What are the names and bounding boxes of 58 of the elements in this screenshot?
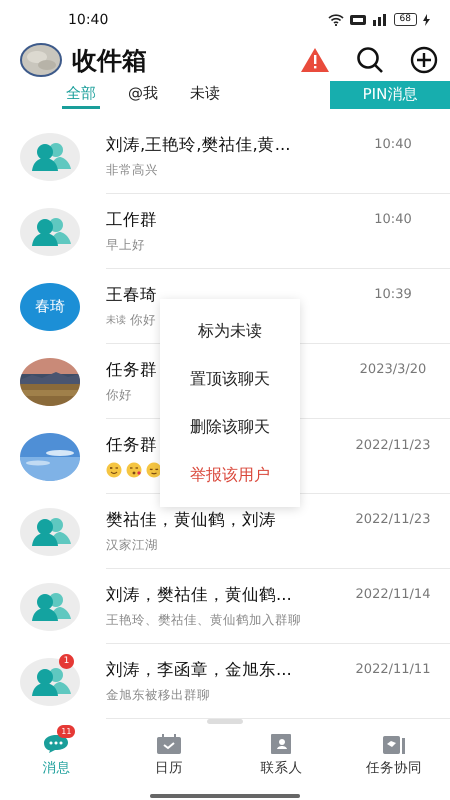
chat-time: 2023/3/20 <box>358 362 428 378</box>
message-preview: 非常高兴 <box>106 162 158 179</box>
nav-tab[interactable]: 11 消息 <box>0 723 112 782</box>
chat-name: 刘涛，李函章，金旭东... <box>106 658 292 681</box>
message-preview: 早上好 <box>106 236 145 254</box>
chat-name: 工作群 <box>106 208 157 231</box>
emoji-icon <box>106 462 122 478</box>
nav-tab[interactable]: 任务协同 <box>338 723 450 782</box>
menu-item[interactable]: 置顶该聊天 <box>160 355 300 404</box>
page-title: 收件箱 <box>72 44 148 77</box>
warning-icon[interactable] <box>300 47 330 74</box>
group-avatar-icon <box>20 132 80 181</box>
chat-time: 10:40 <box>373 212 413 228</box>
emoji-icon <box>126 462 142 478</box>
chat-time: 2022/11/11 <box>354 662 432 678</box>
nav-tab[interactable]: 日历 <box>112 723 225 782</box>
message-preview: 你好 <box>106 386 132 404</box>
contacts-icon <box>271 734 292 754</box>
message-preview: 王艳玲、樊祜佳、黄仙鹤加入群聊 <box>106 612 301 629</box>
chat-icon <box>43 734 70 754</box>
filter-tab[interactable]: @我 <box>124 80 162 110</box>
search-icon[interactable] <box>356 46 384 74</box>
chat-time: 2022/11/23 <box>354 512 432 528</box>
chat-time: 2022/11/14 <box>354 587 432 602</box>
unread-badge: 1 <box>59 654 74 669</box>
folder-icon <box>382 734 405 754</box>
menu-item[interactable]: 删除该聊天 <box>160 403 300 452</box>
group-avatar-icon <box>20 658 80 706</box>
status-time: 10:40 <box>68 12 108 28</box>
group-avatar-icon <box>20 582 80 631</box>
charging-icon <box>423 14 430 26</box>
group-avatar-icon <box>20 208 80 256</box>
initials-avatar: 春琦 <box>20 282 80 331</box>
wifi-icon <box>328 14 344 26</box>
chat-name: 樊祜佳，黄仙鹤，刘涛 <box>106 508 276 531</box>
chat-time: 10:39 <box>373 287 413 302</box>
group-avatar-icon <box>20 508 80 556</box>
chat-name: 刘涛,王艳玲,樊祜佳,黄... <box>106 134 290 156</box>
menu-item[interactable]: 举报该用户 <box>160 451 300 500</box>
add-icon[interactable] <box>410 46 438 74</box>
message-preview: 汉家江湖 <box>106 536 158 554</box>
notification-badge: 11 <box>57 725 76 738</box>
unread-label: 未读 <box>106 314 126 328</box>
calendar-icon <box>156 734 181 754</box>
chat-name: 刘涛，樊祜佳，黄仙鹤... <box>106 584 292 606</box>
chat-name: 任务群 <box>106 434 157 456</box>
message-preview: 金旭东被移出群聊 <box>106 686 210 704</box>
filter-tab[interactable]: 未读 <box>186 80 224 110</box>
signal-icon <box>372 14 388 26</box>
chat-name: 任务群 <box>106 358 157 381</box>
menu-item[interactable]: 标为未读 <box>160 307 300 356</box>
chat-time: 2022/11/23 <box>354 438 432 453</box>
hd-icon <box>350 14 366 25</box>
chat-time: 10:40 <box>373 137 413 152</box>
nav-tab[interactable]: 联系人 <box>225 723 338 782</box>
message-preview: 你好 <box>130 312 156 329</box>
battery-indicator: 68 <box>394 13 417 26</box>
chat-name: 王春琦 <box>106 284 157 306</box>
